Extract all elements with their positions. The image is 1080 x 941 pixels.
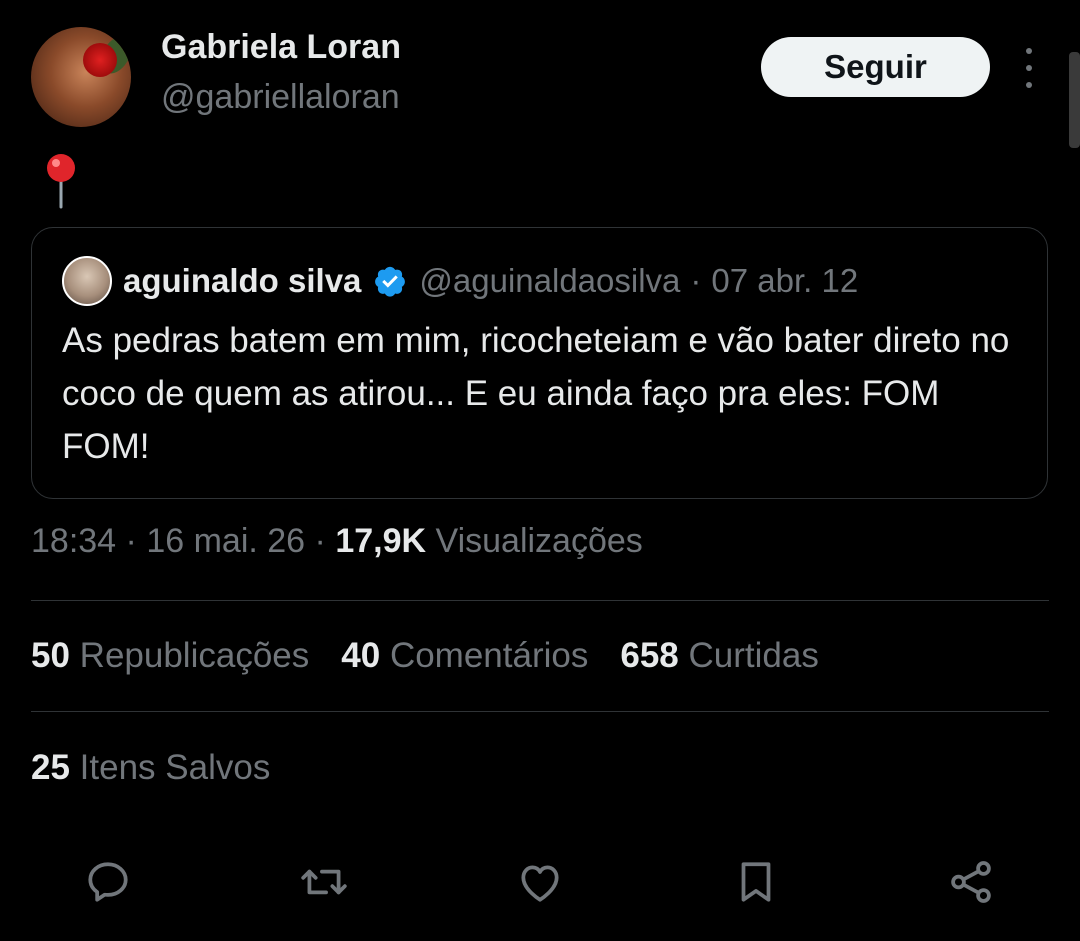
tweet-time: 18:34 bbox=[31, 522, 117, 560]
views-label: Visualizações bbox=[435, 522, 643, 560]
author-name[interactable]: Gabriela Loran bbox=[161, 28, 401, 67]
comments-label: Comentários bbox=[389, 636, 589, 675]
follow-button[interactable]: Seguir bbox=[761, 37, 990, 97]
quoted-header: aguinaldo silva @aguinaldaosilva · 07 ab… bbox=[123, 256, 858, 306]
tweet-date: 16 mai. 26 bbox=[146, 522, 306, 560]
quoted-tweet[interactable]: aguinaldo silva @aguinaldaosilva · 07 ab… bbox=[31, 227, 1048, 499]
author-avatar[interactable] bbox=[31, 27, 131, 127]
likes-stat[interactable]: 658 Curtidas bbox=[620, 636, 818, 676]
comments-stat[interactable]: 40 Comentários bbox=[341, 636, 588, 676]
separator: · bbox=[125, 522, 137, 560]
tweet-detail: Gabriela Loran @gabriellaloran Seguir ag… bbox=[0, 0, 1080, 941]
bookmarks-label: Itens Salvos bbox=[79, 748, 271, 787]
separator: · bbox=[314, 522, 326, 560]
bookmark-button[interactable] bbox=[729, 855, 783, 909]
divider bbox=[31, 600, 1049, 601]
retweet-button[interactable] bbox=[297, 855, 351, 909]
more-options-icon[interactable] bbox=[1019, 48, 1039, 88]
separator: · bbox=[690, 262, 702, 299]
quoted-date[interactable]: 07 abr. 12 bbox=[711, 262, 858, 300]
likes-count: 658 bbox=[620, 636, 679, 675]
share-button[interactable] bbox=[944, 855, 998, 909]
divider bbox=[31, 711, 1049, 712]
comments-count: 40 bbox=[341, 636, 381, 675]
tweet-meta: 18:34 · 16 mai. 26 · 17,9K Visualizações bbox=[31, 522, 643, 561]
bookmarks-count: 25 bbox=[31, 748, 70, 787]
bookmarks-stat[interactable]: 25 Itens Salvos bbox=[31, 748, 270, 788]
reposts-label: Republicações bbox=[79, 636, 310, 675]
reply-button[interactable] bbox=[81, 855, 135, 909]
share-icon bbox=[951, 861, 991, 903]
retweet-icon bbox=[301, 869, 347, 895]
avatar-flower bbox=[83, 43, 117, 77]
quoted-handle[interactable]: @aguinaldaosilva bbox=[419, 262, 680, 300]
quoted-avatar[interactable] bbox=[62, 256, 112, 306]
round-pushpin-icon bbox=[47, 154, 75, 209]
like-icon bbox=[521, 865, 559, 902]
engagement-stats: 50 Republicações 40 Comentários 658 Curt… bbox=[31, 636, 851, 676]
quoted-text: As pedras batem em mim, ricocheteiam e v… bbox=[62, 321, 1010, 466]
reposts-count: 50 bbox=[31, 636, 70, 675]
likes-label: Curtidas bbox=[688, 636, 819, 675]
reposts-stat[interactable]: 50 Republicações bbox=[31, 636, 309, 676]
quoted-name[interactable]: aguinaldo silva bbox=[123, 262, 361, 300]
author-handle[interactable]: @gabriellaloran bbox=[161, 78, 400, 117]
verified-badge-icon bbox=[375, 266, 406, 297]
scrollbar[interactable] bbox=[1069, 52, 1080, 148]
reply-icon bbox=[88, 862, 128, 902]
bookmark-icon bbox=[741, 862, 771, 902]
like-button[interactable] bbox=[513, 855, 567, 909]
views-count: 17,9K bbox=[335, 522, 427, 560]
